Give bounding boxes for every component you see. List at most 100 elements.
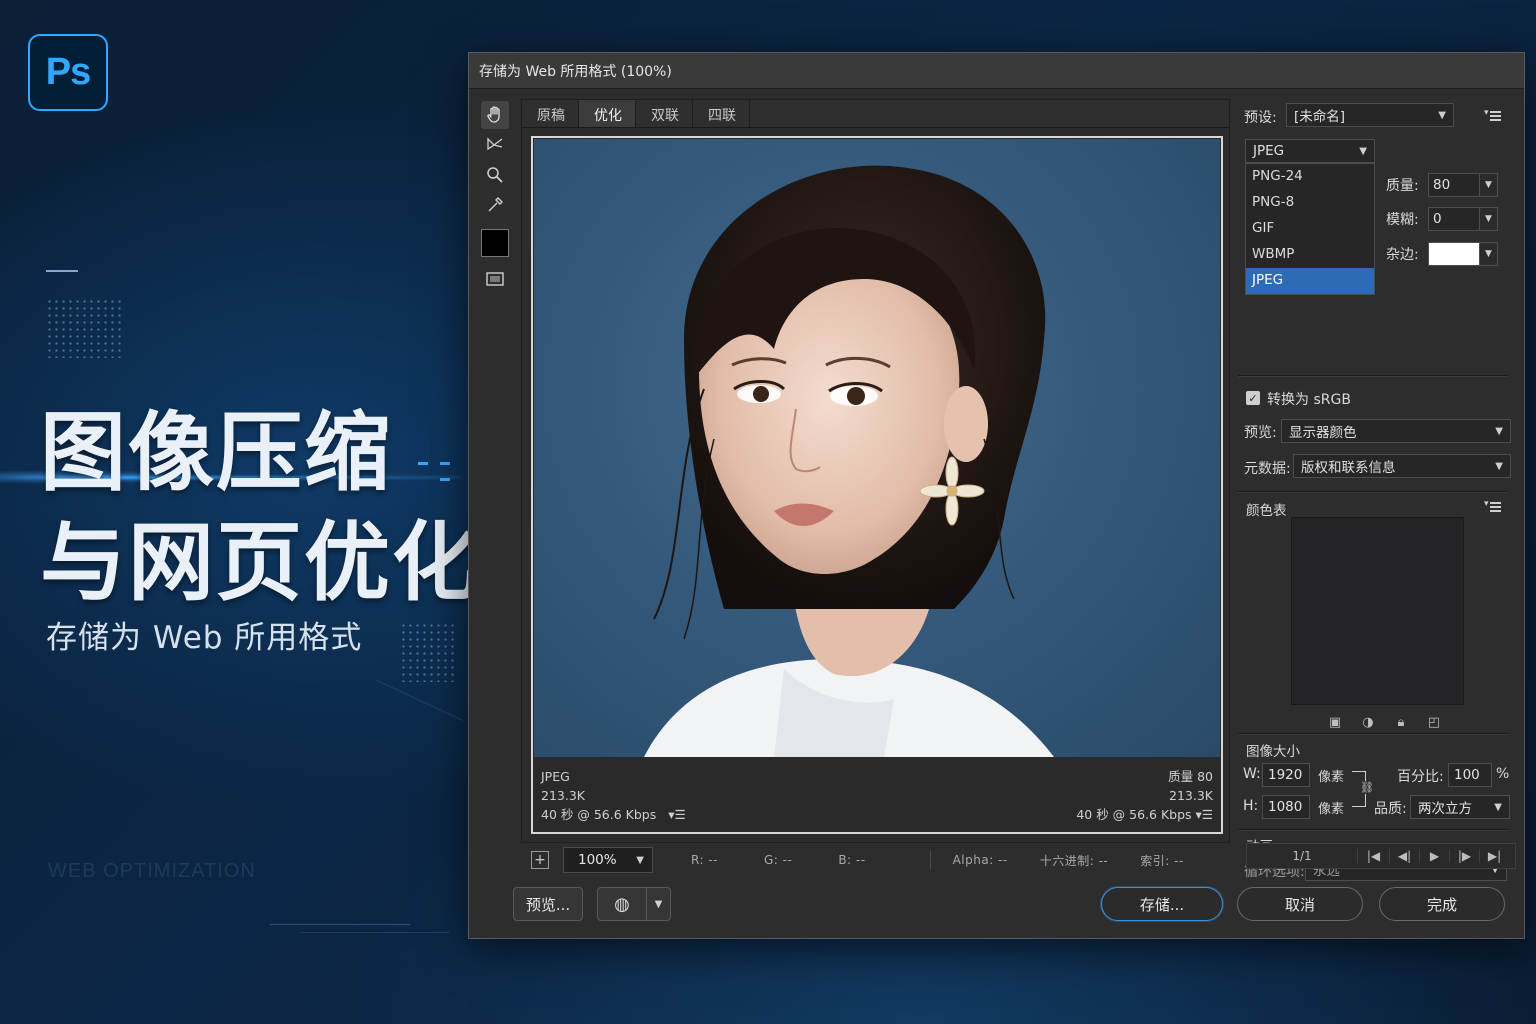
status-bar: + 100% ▼ R: -- G: -- B: -- Alpha: -- 十六进… — [521, 845, 1230, 875]
zoom-toggle-icon[interactable]: + — [531, 851, 549, 869]
tab-original[interactable]: 原稿 — [522, 100, 579, 127]
hand-icon[interactable] — [481, 101, 509, 129]
frame-counter: 1/1 — [1292, 849, 1312, 863]
new-color-icon[interactable]: ◰ — [1427, 715, 1441, 730]
eyedropper-icon[interactable] — [481, 191, 509, 219]
play-icon[interactable]: ▶ — [1419, 849, 1449, 863]
preview-mode-label: 预览: — [1244, 425, 1277, 441]
height-input[interactable]: 1080 — [1262, 795, 1310, 819]
format-readout: JPEG — [541, 769, 570, 784]
resample-quality-label: 品质: — [1374, 801, 1407, 817]
matte-dropdown[interactable]: ▼ — [1480, 242, 1498, 266]
format-dropdown-list: PNG-24 PNG-8 GIF WBMP JPEG — [1245, 163, 1375, 295]
save-button[interactable]: 存储... — [1101, 887, 1223, 921]
chevron-down-icon: ▼ — [1438, 109, 1446, 121]
format-select[interactable]: JPEG ▼ — [1245, 139, 1375, 163]
first-frame-icon[interactable]: |◀ — [1357, 849, 1389, 863]
image-size-label: 图像大小 — [1246, 744, 1300, 760]
matte-color-swatch[interactable] — [1428, 242, 1480, 266]
browser-select-dropdown[interactable]: ▼ — [647, 887, 671, 921]
animation-controls: 1/1 |◀ ◀| ▶ |▶ ▶| — [1246, 843, 1516, 869]
divider — [1238, 733, 1508, 734]
decor-ticks — [418, 462, 452, 486]
color-table[interactable] — [1291, 517, 1464, 705]
view-tabs: 原稿 优化 双联 四联 — [522, 100, 1229, 128]
portrait-photo — [534, 139, 1220, 757]
zoom-icon[interactable] — [481, 161, 509, 189]
blur-row: 模糊: 0 ▼ — [1386, 207, 1498, 231]
image-info-left: JPEG 213.3K 40 秒 @ 56.6 Kbps ▾☰ — [541, 767, 686, 824]
optimized-image-frame[interactable]: JPEG 213.3K 40 秒 @ 56.6 Kbps ▾☰ 质量 80 21… — [531, 136, 1223, 834]
image-info-right: 质量 80 213.3K 40 秒 @ 56.6 Kbps ▾☰ — [1076, 767, 1213, 824]
preview-button[interactable]: 预览... — [513, 887, 583, 921]
format-option-png24[interactable]: PNG-24 — [1246, 164, 1374, 190]
width-input[interactable]: 1920 — [1262, 763, 1310, 787]
preview-mode-value: 显示器颜色 — [1289, 425, 1357, 441]
chevron-down-icon: ▼ — [1495, 460, 1503, 472]
promo-watermark: WEB OPTIMIZATION — [48, 860, 256, 882]
chevron-down-icon: ▼ — [654, 898, 663, 910]
divider — [1238, 829, 1508, 830]
download-speed-menu-icon[interactable]: ▾☰ — [668, 807, 685, 822]
chevron-down-icon: ▼ — [1485, 214, 1492, 224]
decor-dot-grid — [46, 298, 124, 358]
format-option-jpeg[interactable]: JPEG — [1246, 268, 1374, 294]
format-option-gif[interactable]: GIF — [1246, 216, 1374, 242]
format-option-wbmp[interactable]: WBMP — [1246, 242, 1374, 268]
tab-4-up[interactable]: 四联 — [693, 100, 750, 127]
red-readout: R: -- — [691, 853, 718, 867]
save-for-web-dialog: 存储为 Web 所用格式 (100%) 原稿 优化 双联 四联 JPEG 213… — [468, 52, 1525, 939]
dialog-button-bar: 预览... ◍ ▼ 存储... 取消 完成 — [469, 887, 1526, 927]
slice-select-icon[interactable] — [481, 131, 509, 159]
metadata-select[interactable]: 版权和联系信息 ▼ — [1293, 454, 1511, 478]
lock-color-icon[interactable]: 🔒︎ — [1394, 715, 1408, 730]
quality-label: 质量: — [1386, 178, 1419, 194]
settings-panel: 预设: [未命名] ▼ ▾ JPEG ▼ PNG-24 PNG-8 GIF WB… — [1238, 99, 1518, 881]
width-label: W: — [1243, 766, 1261, 782]
preview-area: 原稿 优化 双联 四联 JPEG 213.3K 40 秒 @ 56.6 Kbps… — [521, 99, 1230, 843]
previous-frame-icon[interactable]: ◀| — [1389, 849, 1419, 863]
toggle-slices-icon[interactable] — [481, 265, 509, 293]
promo-title-line1: 图像压缩 — [40, 403, 392, 503]
preview-mode-select[interactable]: 显示器颜色 ▼ — [1281, 419, 1511, 443]
color-table-menu-icon[interactable]: ▾ — [1484, 499, 1502, 514]
color-table-actions: ▣ ◑ 🔒︎ ◰ — [1328, 715, 1441, 730]
next-frame-icon[interactable]: |▶ — [1449, 849, 1479, 863]
eyedropper-color-swatch[interactable] — [481, 229, 509, 257]
download-speed-menu-icon[interactable]: ▾☰ — [1196, 807, 1213, 822]
tab-optimized[interactable]: 优化 — [579, 100, 636, 127]
percent-label: 百分比: — [1397, 769, 1444, 785]
promo-subtitle: 存储为 Web 所用格式 — [46, 620, 363, 656]
format-option-png8[interactable]: PNG-8 — [1246, 190, 1374, 216]
zoom-level-select[interactable]: 100% ▼ — [563, 847, 653, 873]
convert-srgb-checkbox[interactable]: ✓ — [1246, 391, 1260, 405]
blur-input[interactable]: 0 — [1428, 207, 1480, 231]
decor-line — [300, 932, 450, 933]
browser-preview-button[interactable]: ◍ — [597, 887, 647, 921]
done-button[interactable]: 完成 — [1379, 887, 1505, 921]
dialog-title: 存储为 Web 所用格式 (100%) — [469, 53, 1524, 89]
web-shift-icon[interactable]: ◑ — [1361, 715, 1375, 730]
percent-input[interactable]: 100 — [1448, 763, 1492, 787]
quality-readout: 质量 80 — [1168, 769, 1213, 784]
tab-2-up[interactable]: 双联 — [636, 100, 693, 127]
quality-input[interactable]: 80 — [1428, 173, 1480, 197]
height-unit: 像素 — [1318, 802, 1345, 817]
quality-row: 质量: 80 ▼ — [1386, 173, 1498, 197]
decor-line — [376, 679, 464, 722]
blur-dropdown[interactable]: ▼ — [1480, 207, 1498, 231]
divider — [1238, 491, 1508, 492]
last-frame-icon[interactable]: ▶| — [1479, 849, 1509, 863]
quality-dropdown[interactable]: ▼ — [1480, 173, 1498, 197]
resample-quality-select[interactable]: 两次立方 ▼ — [1410, 795, 1510, 819]
preset-select[interactable]: [未命名] ▼ — [1286, 103, 1454, 127]
index-readout: 索引: -- — [1140, 853, 1184, 868]
decor-line — [270, 924, 410, 925]
panel-menu-icon[interactable]: ▾ — [1484, 108, 1502, 123]
cancel-button[interactable]: 取消 — [1237, 887, 1363, 921]
preset-value: [未命名] — [1294, 109, 1346, 125]
web-snap-icon[interactable]: ▣ — [1328, 715, 1342, 730]
chain-icon: ⛓ — [1360, 781, 1374, 794]
metadata-label: 元数据: — [1244, 461, 1291, 477]
matte-row: 杂边: ▼ — [1386, 242, 1498, 266]
